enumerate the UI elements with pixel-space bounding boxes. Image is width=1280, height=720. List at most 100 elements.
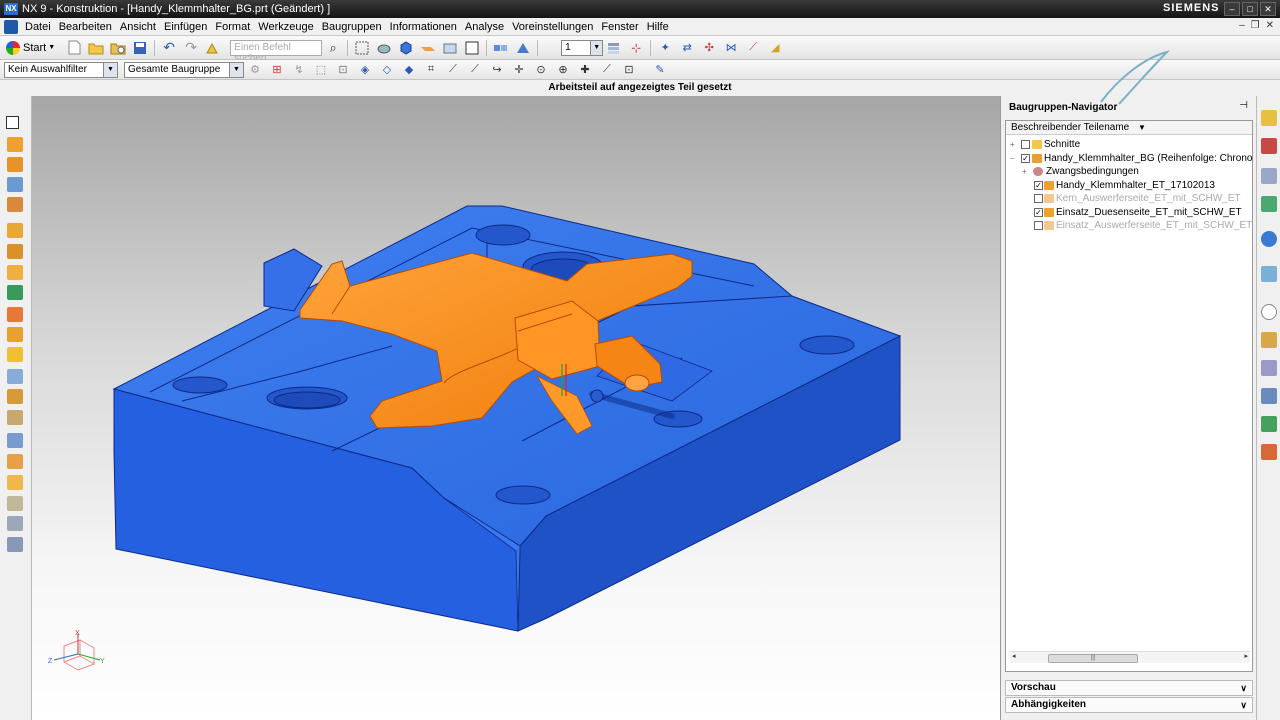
snap-arc-center-icon[interactable]: ⊙ [533,62,549,78]
fit-view-icon[interactable] [354,40,370,56]
tube-icon[interactable] [7,516,23,531]
menu-werkzeuge[interactable]: Werkzeuge [255,21,318,33]
tree-row-component-4[interactable]: Einsatz_Auswerferseite_ET_mit_SCHW_ET [1006,219,1252,233]
snap-bounded-icon[interactable]: ⊡ [621,62,637,78]
doc-restore-icon[interactable]: ❐ [1251,20,1260,31]
roles-tab-icon[interactable] [1261,416,1277,432]
select-face-icon[interactable]: ◇ [379,62,395,78]
mold-assembly-model[interactable] [32,96,1000,720]
block-icon[interactable] [7,433,23,448]
measure-angle-icon[interactable]: ◢ [767,40,783,56]
column-header[interactable]: Beschreibender Teilename ▼ [1006,121,1252,135]
feature-selection-icon[interactable]: ⊞ [269,62,285,78]
menu-informationen[interactable]: Informationen [387,21,462,33]
minimize-icon[interactable]: – [1224,2,1240,16]
hole-icon[interactable] [7,177,23,192]
menu-fenster[interactable]: Fenster [598,21,643,33]
unite-icon[interactable] [7,285,23,300]
tree-row-component-2[interactable]: Kern_Auswerferseite_ET_mit_SCHW_ET [1006,192,1252,206]
selection-scope-select[interactable]: Gesamte Baugruppe ▼ [124,61,244,78]
select-body-icon[interactable]: ◈ [357,62,373,78]
cone-icon[interactable] [7,475,23,490]
work-layer-icon[interactable] [464,40,480,56]
general-selection-icon[interactable]: ⚙ [247,62,263,78]
transform-icon[interactable]: ⇄ [679,40,695,56]
visibility-checkbox[interactable] [1034,221,1043,230]
reuse-library-tab-icon[interactable] [1261,196,1277,212]
trim-body-icon[interactable] [7,307,23,322]
scroll-right-icon[interactable]: ▸ [1244,652,1248,660]
measure-distance-icon[interactable]: ⟋ [745,40,761,56]
extrude-icon[interactable] [7,137,23,152]
select-all-icon[interactable]: ⬚ [313,62,329,78]
layer-settings-icon[interactable] [606,40,622,56]
background-icon[interactable] [442,40,458,56]
visibility-checkbox[interactable] [1021,140,1030,149]
snap-curve-icon[interactable]: ↪ [489,62,505,78]
snap-pole-icon[interactable]: ✎ [652,62,668,78]
selection-intent-icon[interactable]: ↯ [291,62,307,78]
menu-ansicht[interactable]: Ansicht [117,21,161,33]
part-navigator-tab-icon[interactable] [1261,168,1277,184]
chamfer-icon[interactable] [7,244,23,259]
datum-plane-icon[interactable] [7,410,23,425]
revolve-icon[interactable] [7,157,23,172]
blend-icon[interactable] [7,223,23,238]
select-edge-icon[interactable]: ◆ [401,62,417,78]
snap-intersection-icon[interactable]: ✛ [511,62,527,78]
new-file-icon[interactable] [66,40,82,56]
snap-point-icon[interactable]: ✦ [657,40,673,56]
maximize-icon[interactable]: □ [1242,2,1258,16]
move-component-icon[interactable]: ✣ [701,40,717,56]
selection-mode-icon[interactable]: ⊡ [335,62,351,78]
doc-close-icon[interactable]: ✕ [1266,20,1274,31]
cylinder-icon[interactable] [7,454,23,469]
save-icon[interactable] [132,40,148,56]
tree-row-constraints[interactable]: + Zwangsbedingungen [1006,165,1252,179]
system-materials-tab-icon[interactable] [1261,332,1277,348]
sketch-rectangle-icon[interactable] [6,116,19,129]
shaded-view-icon[interactable] [398,40,414,56]
manufacturing-wizards-tab-icon[interactable] [1261,388,1277,404]
constraint-navigator-tab-icon[interactable] [1261,138,1277,154]
undo-icon[interactable]: ↶ [161,39,177,56]
menu-format[interactable]: Format [212,21,255,33]
menu-hilfe[interactable]: Hilfe [644,21,674,33]
close-icon[interactable]: ✕ [1260,2,1276,16]
snap-control-icon[interactable]: ⟋ [467,62,483,78]
replace-face-icon[interactable] [7,389,23,404]
offset-face-icon[interactable] [7,369,23,384]
search-icon[interactable]: ⌕ [325,40,341,56]
system-scenes-tab-icon[interactable] [1261,444,1277,460]
graphics-window[interactable]: Z Y X [32,96,1000,720]
snap-on-curve-icon[interactable]: ⟋ [599,62,615,78]
work-layer-select[interactable]: 1 ▼ [561,39,604,56]
process-studio-tab-icon[interactable] [1261,360,1277,376]
repeat-command-icon[interactable] [205,40,221,56]
mirror-icon[interactable]: ⋈ [723,40,739,56]
snap-endpoint-icon[interactable]: ⌗ [423,62,439,78]
history-tab-icon[interactable] [1261,266,1277,282]
wcs-icon[interactable]: ⊹ [628,40,644,56]
open-recent-icon[interactable] [110,40,126,56]
assembly-arrange-icon[interactable] [493,40,509,56]
snap-existing-point-icon[interactable]: ✚ [577,62,593,78]
document-icon[interactable] [4,19,18,34]
scrollbar-thumb[interactable]: ||| [1048,654,1138,663]
rotate-view-icon[interactable] [376,40,392,56]
open-folder-icon[interactable] [88,40,104,56]
thicken-icon[interactable] [7,537,23,552]
shell-icon[interactable] [7,327,23,342]
snap-midpoint-icon[interactable]: ⟋ [445,62,461,78]
menu-analyse[interactable]: Analyse [462,21,509,33]
section-abhaengigkeiten[interactable]: Abhängigkeiten ∨ [1005,697,1253,713]
command-search-input[interactable]: Einen Befehl suchen [230,39,323,64]
start-button[interactable]: Start ▼ [6,40,55,55]
tree-row-component-1[interactable]: ✓ Handy_Klemmhalter_ET_17102013 [1006,179,1252,193]
reference-set-icon[interactable] [515,40,531,56]
sphere-icon[interactable] [7,496,23,511]
menu-datei[interactable]: Datei [22,21,56,33]
tree-row-component-3[interactable]: ✓ Einsatz_Duesenseite_ET_mit_SCHW_ET [1006,206,1252,220]
web-browser-tab-icon[interactable] [1261,231,1277,247]
pin-icon[interactable]: ⊣ [1239,100,1248,111]
